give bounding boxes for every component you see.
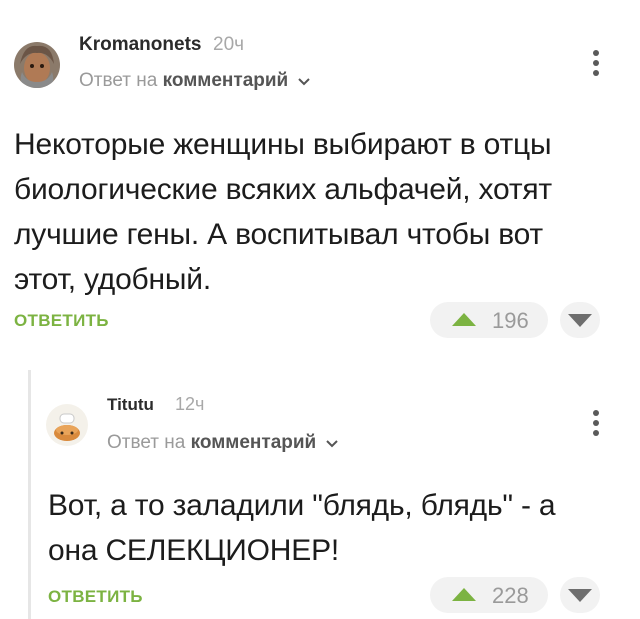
kebab-menu-icon[interactable] — [592, 50, 600, 80]
upvote-button[interactable]: 196 — [430, 302, 548, 338]
comment: Kromanonets 20ч Ответ на комментарий Нек… — [0, 0, 640, 350]
reply-to-target: комментарий — [190, 432, 317, 453]
reply-button[interactable]: ОТВЕТИТЬ — [48, 587, 143, 607]
reply-button[interactable]: ОТВЕТИТЬ — [14, 311, 109, 331]
comment-text-line: Некоторые женщины выбирают в отцы — [14, 128, 552, 161]
chevron-down-icon[interactable] — [325, 432, 338, 454]
reply-to-target: комментарий — [162, 70, 289, 91]
chevron-down-icon[interactable] — [297, 70, 310, 92]
downvote-button[interactable] — [560, 302, 600, 338]
avatar[interactable] — [14, 42, 60, 88]
comment-text-line: Вот, а то заладили "блядь, блядь" - а — [48, 489, 556, 522]
comment-time: 12ч — [175, 394, 205, 414]
vote-score: 228 — [492, 583, 529, 608]
reply-to-link[interactable]: Ответ на комментарий — [107, 432, 338, 454]
comment-text-line: биологические всяких альфачей, хотят — [14, 173, 552, 206]
comment-time: 20ч — [213, 34, 245, 55]
downvote-button[interactable] — [560, 577, 600, 613]
vote-score: 196 — [492, 308, 529, 333]
reply-to-prefix: Ответ на — [79, 70, 158, 91]
avatar[interactable] — [46, 404, 88, 446]
reply-to-prefix: Ответ на — [107, 432, 186, 453]
comment-text: Некоторые женщины выбирают в отцы биолог… — [14, 122, 552, 302]
comment-text-line: этот, удобный. — [14, 263, 211, 296]
arrow-down-icon — [568, 589, 592, 602]
arrow-up-icon — [452, 313, 476, 326]
reply-to-link[interactable]: Ответ на комментарий — [79, 70, 310, 92]
comment-reply: Titutu 12ч Ответ на комментарий Вот, а т… — [0, 350, 640, 619]
comment-text-line: лучшие гены. А воспитывал чтобы вот — [14, 218, 543, 251]
author-name[interactable]: Kromanonets — [79, 34, 201, 56]
arrow-down-icon — [568, 314, 592, 327]
comment-text-line: она СЕЛЕКЦИОНЕР! — [48, 534, 340, 567]
comment-text: Вот, а то заладили "блядь, блядь" - а он… — [48, 483, 556, 573]
arrow-up-icon — [452, 588, 476, 601]
kebab-menu-icon[interactable] — [592, 410, 600, 440]
author-name[interactable]: Titutu — [107, 395, 154, 415]
upvote-button[interactable]: 228 — [430, 577, 548, 613]
